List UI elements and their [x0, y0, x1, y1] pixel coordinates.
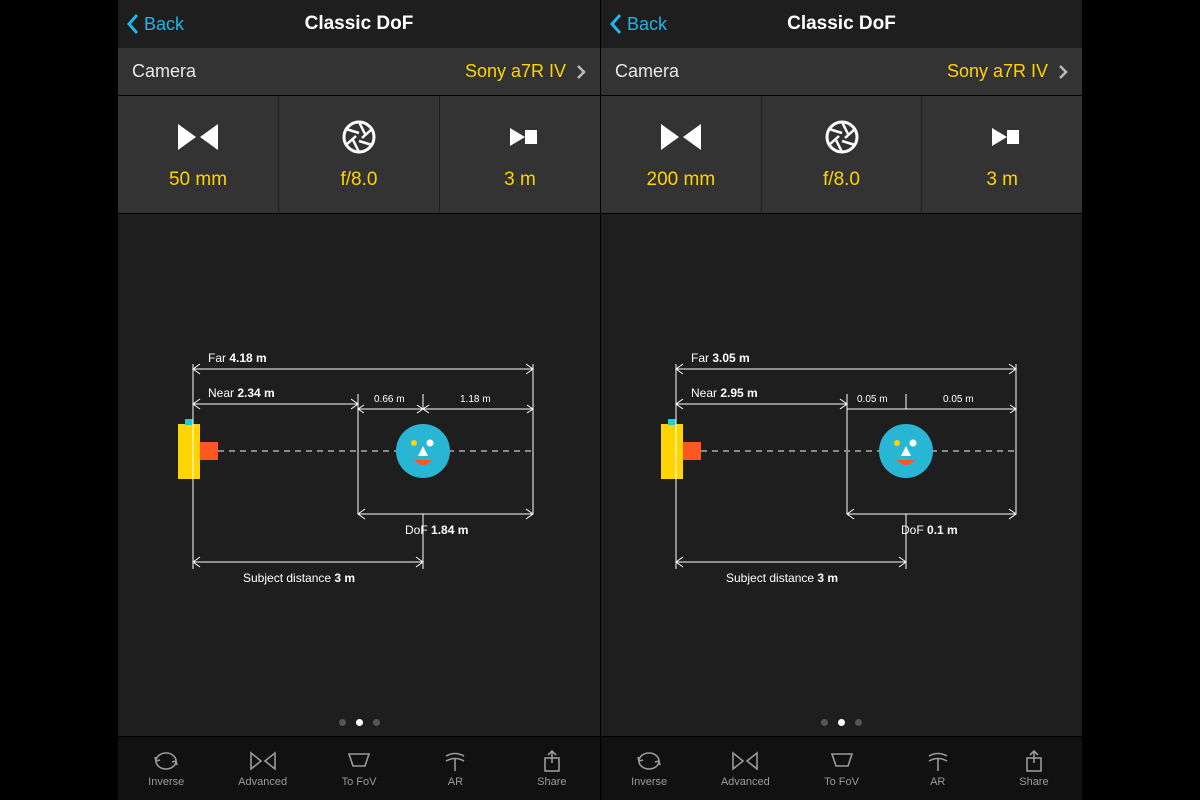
nav-bar: Back Classic DoF	[118, 0, 600, 48]
tab-label: Share	[537, 776, 566, 788]
tab-label: Share	[1019, 776, 1048, 788]
tab-label: Advanced	[238, 776, 287, 788]
tab-label: Inverse	[148, 776, 184, 788]
page-indicator	[601, 713, 1082, 736]
aperture-icon	[337, 119, 381, 155]
tab-inverse[interactable]: Inverse	[118, 737, 214, 800]
distance-value: 3 m	[986, 169, 1018, 191]
page-dot[interactable]	[821, 719, 828, 726]
dof-screen: Back Classic DoF Camera Sony a7R IV 200 …	[600, 0, 1082, 800]
svg-text:Subject distance 3 m: Subject distance 3 m	[243, 571, 355, 585]
tab-label: To FoV	[342, 776, 377, 788]
aperture-value: f/8.0	[823, 169, 860, 191]
tab-bar: Inverse Advanced To FoV AR Share	[118, 736, 600, 800]
back-button[interactable]: Back	[126, 13, 184, 35]
tab-label: Inverse	[631, 776, 667, 788]
inverse-icon	[152, 749, 180, 773]
advanced-icon	[249, 749, 277, 773]
page-dot[interactable]	[855, 719, 862, 726]
tab-label: To FoV	[824, 776, 859, 788]
camera-value: Sony a7R IV	[947, 61, 1048, 82]
tab-label: Advanced	[721, 776, 770, 788]
focal-length-icon	[659, 119, 703, 155]
svg-text:Near 2.95 m: Near 2.95 m	[691, 386, 758, 400]
svg-text:0.05 m: 0.05 m	[857, 394, 888, 405]
tab-inverse[interactable]: Inverse	[601, 737, 697, 800]
tab-advanced[interactable]: Advanced	[214, 737, 310, 800]
tab-share[interactable]: Share	[504, 737, 600, 800]
svg-text:1.18 m: 1.18 m	[460, 394, 491, 405]
page-dot[interactable]	[339, 719, 346, 726]
advanced-icon	[731, 749, 759, 773]
svg-text:Near 2.34 m: Near 2.34 m	[208, 386, 275, 400]
back-label: Back	[627, 14, 667, 35]
param-row: 200 mm f/8.0	[601, 96, 1082, 214]
svg-text:Far 4.18 m: Far 4.18 m	[208, 351, 267, 365]
tab-tofov[interactable]: To FoV	[793, 737, 889, 800]
chevron-left-icon	[609, 13, 623, 35]
distance-icon	[980, 119, 1024, 155]
svg-text:DoF 0.1 m: DoF 0.1 m	[901, 523, 958, 537]
back-button[interactable]: Back	[609, 13, 667, 35]
distance-icon	[498, 119, 542, 155]
screen-title: Classic DoF	[787, 13, 896, 35]
tab-ar[interactable]: AR	[890, 737, 986, 800]
tofov-icon	[828, 749, 856, 773]
tab-share[interactable]: Share	[986, 737, 1082, 800]
svg-text:Far 3.05 m: Far 3.05 m	[691, 351, 750, 365]
page-indicator	[118, 713, 600, 736]
camera-selector[interactable]: Camera Sony a7R IV	[118, 48, 600, 96]
tab-advanced[interactable]: Advanced	[697, 737, 793, 800]
svg-text:0.05 m: 0.05 m	[943, 394, 974, 405]
inverse-icon	[635, 749, 663, 773]
camera-label: Camera	[132, 61, 465, 82]
tab-label: AR	[448, 776, 463, 788]
aperture-value: f/8.0	[341, 169, 378, 191]
dof-screen: Back Classic DoF Camera Sony a7R IV 50 m…	[118, 0, 600, 800]
page-dot-active[interactable]	[356, 719, 363, 726]
camera-label: Camera	[615, 61, 947, 82]
aperture-param[interactable]: f/8.0	[278, 96, 439, 213]
aperture-icon	[820, 119, 864, 155]
dof-diagram: Far 4.18 m Near 2.34 m 0.66 m 1.18 m	[118, 214, 600, 713]
chevron-right-icon	[1058, 64, 1068, 80]
ar-icon	[924, 749, 952, 773]
page-dot[interactable]	[373, 719, 380, 726]
tab-tofov[interactable]: To FoV	[311, 737, 407, 800]
tab-bar: Inverse Advanced To FoV AR Share	[601, 736, 1082, 800]
camera-selector[interactable]: Camera Sony a7R IV	[601, 48, 1082, 96]
screen-title: Classic DoF	[305, 13, 414, 35]
distance-param[interactable]: 3 m	[921, 96, 1082, 213]
chevron-right-icon	[576, 64, 586, 80]
focal-length-value: 50 mm	[169, 169, 227, 191]
distance-value: 3 m	[504, 169, 536, 191]
aperture-param[interactable]: f/8.0	[761, 96, 922, 213]
back-label: Back	[144, 14, 184, 35]
tab-label: AR	[930, 776, 945, 788]
share-icon	[538, 749, 566, 773]
chevron-left-icon	[126, 13, 140, 35]
param-row: 50 mm f/8.0	[118, 96, 600, 214]
distance-param[interactable]: 3 m	[439, 96, 600, 213]
focal-length-param[interactable]: 200 mm	[601, 96, 761, 213]
nav-bar: Back Classic DoF	[601, 0, 1082, 48]
camera-value: Sony a7R IV	[465, 61, 566, 82]
svg-text:Subject distance 3 m: Subject distance 3 m	[726, 571, 838, 585]
svg-text:DoF 1.84 m: DoF 1.84 m	[405, 523, 468, 537]
focal-length-icon	[176, 119, 220, 155]
dof-diagram: Far 3.05 m Near 2.95 m 0.05 m 0.05 m	[601, 214, 1082, 713]
tofov-icon	[345, 749, 373, 773]
page-dot-active[interactable]	[838, 719, 845, 726]
ar-icon	[441, 749, 469, 773]
share-icon	[1020, 749, 1048, 773]
focal-length-value: 200 mm	[647, 169, 716, 191]
tab-ar[interactable]: AR	[407, 737, 503, 800]
focal-length-param[interactable]: 50 mm	[118, 96, 278, 213]
svg-text:0.66 m: 0.66 m	[374, 394, 405, 405]
